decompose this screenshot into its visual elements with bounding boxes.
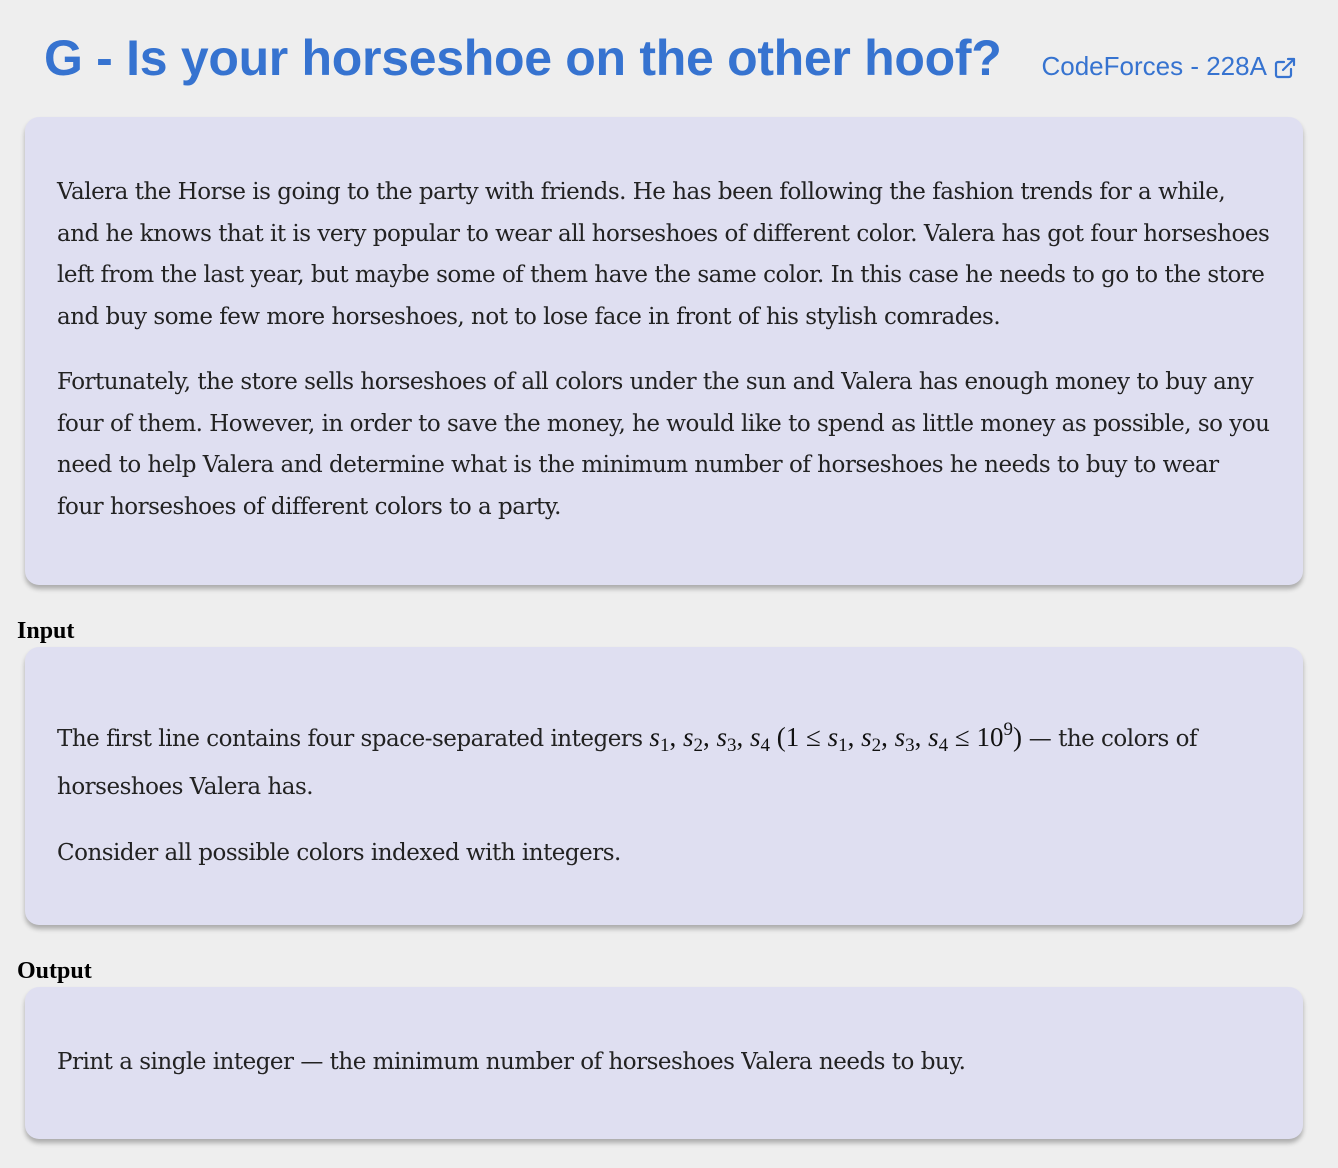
statement-paragraph: Valera the Horse is going to the party w… [57,179,1270,330]
output-card: Print a single integer — the minimum num… [25,987,1303,1139]
input-paragraph: Consider all possible colors indexed wit… [57,840,621,866]
source-link[interactable]: CodeForces - 228A [1041,51,1296,82]
input-paragraph: The first line contains four space-separ… [57,713,1271,811]
page-title: G - Is your horseshoe on the other hoof? [44,30,1002,86]
external-link-icon [1273,56,1297,80]
output-heading: Output [17,958,92,984]
input-heading: Input [17,618,75,644]
output-paragraph: Print a single integer — the minimum num… [57,1049,966,1075]
source-link-label: CodeForces - 228A [1041,51,1267,81]
input-text: The first line contains four space-separ… [57,726,643,752]
input-math: s1, s2, s3, s4 (1 ≤ s1, s2, s3, s4 ≤ 109… [649,719,1022,756]
input-card: The first line contains four space-separ… [25,647,1303,925]
page-header: G - Is your horseshoe on the other hoof?… [44,26,1297,90]
statement-paragraph: Fortunately, the store sells horseshoes … [57,369,1270,520]
statement-card: Valera the Horse is going to the party w… [25,117,1303,585]
